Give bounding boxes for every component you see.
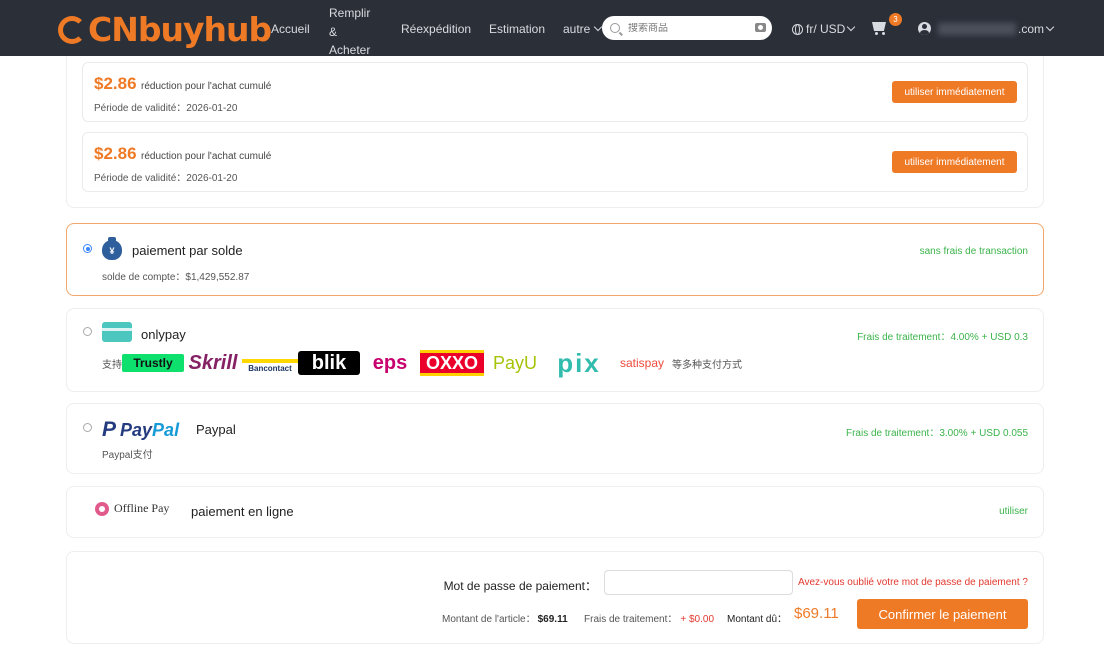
processing-fee: Frais de traitement： + $0.00 bbox=[584, 610, 714, 625]
nav-reexpedition[interactable]: Réexpédition bbox=[401, 22, 471, 36]
forgot-password-link[interactable]: Avez-vous oublié votre mot de passe de p… bbox=[798, 577, 1028, 588]
confirm-payment-button[interactable]: Confirmer le paiement bbox=[857, 599, 1028, 629]
oxxo-logo: OXXO bbox=[420, 350, 484, 376]
coupon-description: réduction pour l'achat cumulé bbox=[141, 151, 272, 162]
skrill-logo: Skrill bbox=[188, 351, 238, 374]
offline-pay-logo: Offline Pay bbox=[95, 501, 169, 516]
cart-count-badge: 3 bbox=[889, 13, 902, 26]
coupon-amount: $2.86 bbox=[94, 144, 137, 163]
item-amount-value: $69.11 bbox=[537, 614, 568, 625]
coupon-amount: $2.86 bbox=[94, 74, 137, 93]
nav-autre-dropdown[interactable]: autre bbox=[563, 22, 603, 36]
paypal-logo-pal: Pal bbox=[152, 419, 180, 440]
paypal-radio[interactable] bbox=[83, 423, 92, 432]
user-email-suffix: .com bbox=[1018, 22, 1045, 36]
cart-icon bbox=[872, 22, 886, 31]
cart-wheel bbox=[882, 32, 885, 35]
cart-wheel bbox=[875, 32, 878, 35]
site-logo[interactable]: CNbuyhub bbox=[58, 9, 272, 49]
support-prefix: 支持 bbox=[102, 359, 122, 371]
bancontact-logo: Bancontact bbox=[242, 359, 298, 373]
eps-logo: eps bbox=[372, 351, 408, 374]
pix-logo: pix bbox=[557, 347, 601, 378]
support-suffix: 等多种支付方式 bbox=[672, 359, 742, 371]
account-balance: solde de compte：$1,429,552.87 bbox=[102, 272, 250, 283]
logo-c-mark bbox=[58, 16, 86, 44]
password-label: Mot de passe de paiement： bbox=[443, 579, 597, 593]
cart-button[interactable] bbox=[872, 20, 888, 35]
coupon-validity: Période de validité：2026-01-20 bbox=[94, 103, 238, 114]
chevron-down-icon bbox=[847, 22, 856, 32]
payment-method-offline[interactable]: Offline Pay paiement en ligne utiliser bbox=[66, 486, 1044, 538]
credit-card-icon bbox=[102, 322, 132, 342]
redacted-email bbox=[938, 23, 1016, 35]
payment-method-balance[interactable]: ¥ paiement par solde solde de compte：$1,… bbox=[66, 223, 1044, 296]
fee-value: + $0.00 bbox=[680, 614, 715, 625]
coupon-validity: Période de validité：2026-01-20 bbox=[94, 173, 238, 184]
paypal-title: Paypal bbox=[196, 422, 236, 437]
top-header: CNbuyhub Accueil Remplir & Acheter Réexp… bbox=[0, 0, 1104, 57]
balance-fee: sans frais de transaction bbox=[919, 246, 1028, 257]
nav-estimation[interactable]: Estimation bbox=[489, 22, 545, 36]
coupon-card: $2.86 réduction pour l'achat cumulé Péri… bbox=[82, 62, 1028, 122]
payu-logo: PayU bbox=[492, 352, 537, 373]
paypal-logo-pay: Pay bbox=[120, 419, 153, 440]
payment-summary: Mot de passe de paiement： Avez-vous oubl… bbox=[66, 551, 1044, 644]
offline-use-link[interactable]: utiliser bbox=[999, 506, 1028, 517]
fee-label: Frais de traitement： bbox=[584, 614, 678, 625]
trustly-logo: Trustly bbox=[122, 354, 184, 372]
onlypay-fee: Frais de traitement：4.00% + USD 0.3 bbox=[857, 332, 1028, 343]
use-coupon-button[interactable]: utiliser immédiatement bbox=[892, 151, 1017, 173]
amount-due-label: Montant dû： bbox=[727, 614, 788, 625]
logo-text: CNbuyhub bbox=[88, 9, 272, 49]
onlypay-radio[interactable] bbox=[83, 327, 92, 336]
camera-icon[interactable] bbox=[755, 23, 766, 32]
nav-autre-label: autre bbox=[563, 22, 591, 36]
payment-method-onlypay[interactable]: onlypay Frais de traitement：4.00% + USD … bbox=[66, 308, 1044, 392]
satispay-logo: satispay bbox=[619, 356, 665, 370]
chevron-down-icon bbox=[1045, 22, 1055, 32]
offline-pay-icon bbox=[95, 501, 109, 516]
search-input[interactable] bbox=[628, 22, 748, 34]
paypal-logo: P Pay Pal bbox=[102, 418, 179, 442]
user-icon[interactable] bbox=[918, 22, 931, 35]
paypal-p-icon: P bbox=[102, 418, 117, 441]
paypal-fee: Frais de traitement：3.00% + USD 0.055 bbox=[845, 428, 1028, 439]
paypal-subtitle: Paypal支付 bbox=[102, 450, 153, 461]
search-icon bbox=[610, 23, 620, 33]
user-account-menu[interactable]: .com bbox=[938, 22, 1055, 36]
item-amount-label: Montant de l'article： bbox=[442, 614, 536, 625]
nav-remplir-acheter[interactable]: Remplir & Acheter bbox=[329, 4, 379, 60]
supported-methods-row: 支持 Trustly Skrill Bancontact blik eps OX… bbox=[102, 347, 742, 378]
use-coupon-button[interactable]: utiliser immédiatement bbox=[892, 81, 1017, 103]
offline-title: paiement en ligne bbox=[191, 504, 294, 519]
offline-pay-logo-text: Offline Pay bbox=[114, 501, 170, 515]
payment-password-input[interactable] bbox=[604, 570, 793, 595]
globe-icon bbox=[792, 23, 803, 35]
balance-title: paiement par solde bbox=[132, 243, 243, 258]
item-amount: Montant de l'article： $69.11 bbox=[442, 610, 568, 625]
amount-due-value: $69.11 bbox=[794, 605, 839, 622]
lang-currency-label: fr/ USD bbox=[806, 22, 846, 36]
coupon-description: réduction pour l'achat cumulé bbox=[141, 81, 272, 92]
balance-radio[interactable] bbox=[83, 244, 92, 253]
nav-accueil[interactable]: Accueil bbox=[271, 22, 310, 36]
blik-logo: blik bbox=[298, 351, 360, 375]
language-currency-selector[interactable]: fr/ USD bbox=[792, 22, 856, 36]
search-bar bbox=[602, 16, 772, 40]
money-bag-icon: ¥ bbox=[102, 237, 122, 260]
onlypay-title: onlypay bbox=[141, 327, 186, 342]
coupon-card: $2.86 réduction pour l'achat cumulé Péri… bbox=[82, 132, 1028, 192]
payment-method-paypal[interactable]: P Pay Pal Paypal Paypal支付 Frais de traite… bbox=[66, 403, 1044, 474]
